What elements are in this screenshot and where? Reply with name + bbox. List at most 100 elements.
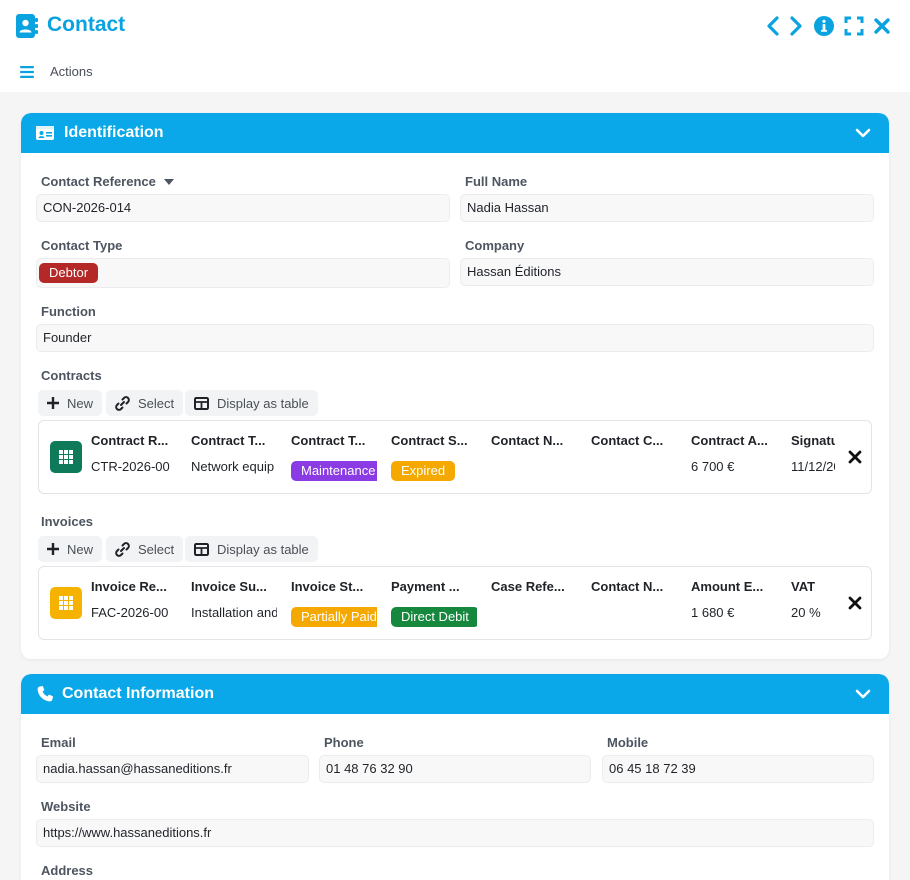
invoices-display-table-button[interactable]: Display as table (185, 536, 318, 562)
function-label: Function (41, 304, 96, 319)
column-header: Contact N... (491, 433, 564, 448)
close-button[interactable] (871, 14, 893, 38)
contracts-select-label: Select (138, 395, 175, 411)
column-header: Contact N... (591, 579, 664, 594)
contracts-display-table-button[interactable]: Display as table (185, 390, 318, 416)
email-label: Email (41, 735, 76, 750)
contracts-new-button[interactable]: New (38, 390, 103, 416)
chevron-down-icon (855, 128, 871, 138)
column-header: Contract R... (91, 433, 169, 448)
phone-label: Phone (324, 735, 364, 750)
contact-reference-label-text: Contact Reference (41, 174, 156, 189)
company-field[interactable]: Hassan Éditions (460, 258, 874, 286)
column-header: VAT (791, 579, 816, 594)
link-icon (115, 395, 130, 411)
contract-type-cell: Maintenance (291, 459, 377, 481)
invoice-col-contact-name: Contact N... (591, 567, 681, 641)
contact-information-title: Contact Information (62, 685, 214, 702)
email-field[interactable]: nadia.hassan@hassaneditions.fr (36, 755, 309, 783)
phone-icon (37, 686, 53, 702)
plus-icon (47, 543, 59, 555)
chevron-left-icon (767, 16, 779, 36)
debtor-badge: Debtor (39, 263, 99, 283)
column-header: Contract A... (691, 433, 768, 448)
full-name-field[interactable]: Nadia Hassan (460, 194, 874, 222)
previous-button[interactable] (762, 14, 784, 38)
invoice-col-vat: VAT 20 % (791, 567, 835, 641)
maintenance-badge: Maintenance (291, 461, 377, 481)
contract-col-type: Contract T... Maintenance (291, 421, 381, 495)
column-header: Contract S... (391, 433, 468, 448)
page-title: Contact (47, 13, 126, 36)
partially-paid-badge: Partially Paid (291, 607, 377, 627)
invoice-col-amount: Amount E... 1 680 € (691, 567, 781, 641)
contract-signature-value: 11/12/20 (791, 459, 835, 474)
contact-reference-field[interactable]: CON-2026-014 (36, 194, 450, 222)
invoice-col-payment: Payment ... Direct Debit (391, 567, 481, 641)
remove-invoice-icon[interactable] (847, 595, 863, 611)
invoices-select-button[interactable]: Select (106, 536, 184, 562)
mobile-label: Mobile (607, 735, 649, 750)
contract-status-cell: Expired (391, 459, 477, 481)
contracts-select-button[interactable]: Select (106, 390, 184, 416)
invoices-new-label: New (67, 541, 94, 557)
invoice-row[interactable]: Invoice Re... FAC-2026-00 Invoice Su... … (38, 566, 872, 640)
info-icon (814, 16, 834, 36)
fullscreen-button[interactable] (843, 14, 865, 38)
remove-contract-icon[interactable] (847, 449, 863, 465)
invoice-status-cell: Partially Paid (291, 605, 377, 627)
invoice-amount-value: 1 680 € (691, 605, 735, 620)
contract-title-value: Network equip (191, 459, 275, 474)
identification-header[interactable]: Identification (21, 113, 889, 153)
column-header: Case Refe... (491, 579, 565, 594)
mobile-field[interactable]: 06 45 18 72 39 (602, 755, 874, 783)
website-field[interactable]: https://www.hassaneditions.fr (36, 819, 874, 847)
invoice-col-subject: Invoice Su... Installation and (191, 567, 281, 641)
function-field[interactable]: Founder (36, 324, 874, 352)
invoices-display-table-label: Display as table (217, 541, 309, 557)
contract-reference-value: CTR-2026-00 (91, 459, 170, 474)
expired-badge: Expired (391, 461, 456, 481)
contact-type-field[interactable]: Debtor (36, 258, 450, 288)
column-header: Amount E... (691, 579, 764, 594)
table-icon (194, 542, 209, 556)
invoice-col-status: Invoice St... Partially Paid (291, 567, 381, 641)
contract-row[interactable]: Contract R... CTR-2026-00 Contract T... … (38, 420, 872, 494)
contract-grid-icon (50, 441, 82, 473)
invoices-new-button[interactable]: New (38, 536, 103, 562)
invoice-col-reference: Invoice Re... FAC-2026-00 (91, 567, 181, 641)
column-header: Invoice Su... (191, 579, 267, 594)
contract-col-reference: Contract R... CTR-2026-00 (91, 421, 181, 495)
plus-icon (47, 397, 59, 409)
expand-icon (844, 16, 864, 36)
address-label: Address (41, 863, 94, 878)
direct-debit-badge: Direct Debit (391, 607, 477, 627)
contracts-display-table-label: Display as table (217, 395, 309, 411)
contact-information-header[interactable]: Contact Information (21, 674, 889, 714)
invoices-label: Invoices (41, 514, 94, 529)
invoice-payment-cell: Direct Debit (391, 605, 477, 627)
next-button[interactable] (785, 14, 807, 38)
invoice-subject-value: Installation and (191, 605, 277, 620)
contact-window: Contact Actions Identification Contact R… (0, 0, 910, 880)
close-icon (874, 18, 890, 34)
contract-col-contact-company: Contact C... (591, 421, 681, 495)
caret-down-icon (163, 178, 174, 185)
contact-type-label: Contact Type (41, 238, 123, 253)
contract-amount-value: 6 700 € (691, 459, 735, 474)
company-label: Company (465, 238, 525, 253)
identification-title: Identification (64, 124, 164, 141)
actions-label: Actions (50, 64, 93, 79)
link-icon (115, 541, 130, 557)
invoices-select-label: Select (138, 541, 175, 557)
contact-reference-label[interactable]: Contact Reference (41, 174, 174, 189)
contracts-label: Contracts (41, 368, 102, 383)
phone-field[interactable]: 01 48 76 32 90 (319, 755, 591, 783)
actions-menu[interactable]: Actions (20, 64, 93, 79)
contract-col-contact-name: Contact N... (491, 421, 581, 495)
contact-information-section: Contact Information Email nadia.hassan@h… (21, 674, 889, 880)
chevron-down-icon (855, 689, 871, 699)
contracts-new-label: New (67, 395, 94, 411)
info-button[interactable] (813, 14, 835, 38)
hamburger-icon (20, 65, 34, 78)
